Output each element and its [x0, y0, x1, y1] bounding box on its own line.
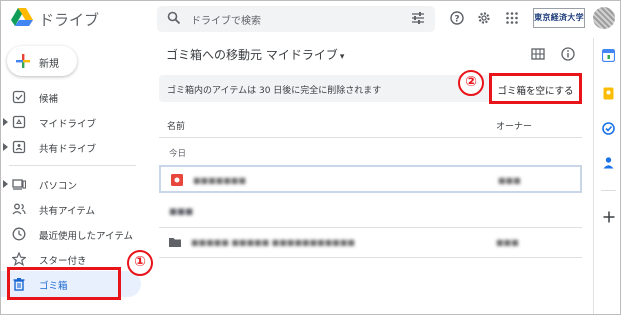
grid-view-icon[interactable] [531, 47, 545, 61]
sidebar-item-label: 最近使用したアイテム [39, 231, 134, 242]
step-badge-1: ① [127, 250, 153, 276]
drive-logo-icon[interactable] [11, 7, 33, 27]
image-file-icon [171, 174, 183, 186]
empty-trash-button[interactable]: ゴミ箱を空にする [489, 73, 582, 104]
step-badge-2: ② [458, 70, 484, 96]
location-dropdown[interactable]: マイドライブ ▾ [266, 48, 345, 62]
computer-icon [12, 179, 26, 190]
rail-divider [601, 190, 616, 191]
sidebar-item-shared-with-me[interactable]: 共有アイテム [1, 197, 136, 221]
add-addon-icon[interactable] [603, 211, 615, 223]
new-button-label: 新規 [39, 59, 59, 70]
drive-window: ドライブ ドライブで検索 ? 東京経済大学 新規 候補 マイドライブ 共有ドライ… [0, 0, 621, 315]
column-header-owner[interactable]: オーナー [496, 119, 532, 132]
file-owner: ■■■ [498, 176, 521, 185]
sidebar-item-my-drive[interactable]: マイドライブ [1, 110, 136, 134]
row-divider [159, 227, 582, 228]
sidebar-item-computers[interactable]: パソコン [1, 172, 136, 196]
new-button[interactable]: 新規 [7, 46, 77, 76]
people-icon [12, 203, 26, 215]
empty-trash-label: ゴミ箱を空にする [497, 86, 574, 97]
location-label[interactable]: マイドライブ [266, 48, 338, 62]
app-name[interactable]: ドライブ [39, 9, 99, 30]
sidebar-item-label: 共有ドライブ [39, 144, 97, 155]
sidebar-item-recent[interactable]: 最近使用したアイテム [1, 222, 136, 246]
calendar-icon[interactable] [602, 49, 615, 62]
settings-icon[interactable] [477, 11, 491, 25]
section-label-earlier: ■■■ [169, 207, 194, 217]
search-bar[interactable]: ドライブで検索 [157, 6, 435, 32]
column-header-name[interactable]: 名前 [167, 119, 185, 132]
file-name: ■■■■■ ■■■■■ ■■■■■■■■■■■ [191, 238, 355, 247]
apps-grid-icon[interactable] [505, 11, 519, 25]
svg-text:?: ? [454, 15, 459, 25]
plus-icon [16, 54, 30, 68]
org-logo[interactable]: 東京経済大学 [533, 8, 585, 28]
side-panel-rail [593, 38, 620, 314]
sidebar-item-label: パソコン [39, 181, 78, 192]
file-owner: ■■■ [496, 238, 519, 247]
sidebar-item-label: 候補 [39, 94, 59, 105]
clock-icon [12, 227, 26, 241]
row-divider [159, 257, 582, 258]
banner-message: ゴミ箱内のアイテムは 30 日後に完全に削除されます [167, 86, 382, 96]
sidebar-item-shared-drives[interactable]: 共有ドライブ [1, 135, 136, 159]
folder-icon [169, 238, 181, 247]
search-input[interactable]: ドライブで検索 [191, 12, 261, 27]
dropdown-caret-icon[interactable]: ▾ [340, 52, 345, 62]
file-name: ■■■■■■■ [193, 176, 246, 185]
page-title: ゴミ箱への移動元 マイドライブ ▾ [166, 46, 344, 63]
file-row[interactable]: ■■■■■ ■■■■■ ■■■■■■■■■■■ ■■■ [159, 229, 582, 257]
top-bar: ドライブ ドライブで検索 ? 東京経済大学 [1, 1, 620, 38]
search-icon[interactable] [167, 11, 181, 25]
caret-right-icon[interactable] [3, 143, 8, 151]
keep-icon[interactable] [602, 87, 615, 100]
header-divider [159, 137, 582, 138]
highlight-box-trash [7, 267, 121, 300]
sidebar-item-label: 共有アイテム [39, 206, 96, 217]
page-title-text: ゴミ箱への移動元 [166, 48, 263, 62]
sidebar-item-label: マイドライブ [39, 119, 97, 130]
section-label-today: 今日 [169, 149, 187, 159]
search-options-icon[interactable] [411, 11, 425, 25]
caret-right-icon[interactable] [3, 180, 8, 188]
file-row[interactable]: ■■■■■■■ ■■■ [159, 165, 582, 193]
tasks-icon[interactable] [602, 122, 615, 135]
sidebar-item-label: スター付き [39, 256, 87, 267]
sidebar-item-suggested[interactable]: 候補 [1, 85, 136, 109]
info-icon[interactable] [561, 47, 575, 61]
check-circle-icon [12, 90, 26, 104]
my-drive-icon [12, 115, 26, 129]
account-avatar[interactable] [593, 7, 615, 29]
caret-right-icon[interactable] [3, 118, 8, 126]
shared-drive-icon [12, 140, 26, 154]
sidebar-divider [9, 165, 136, 166]
contacts-icon[interactable] [602, 156, 615, 169]
help-icon[interactable]: ? [450, 11, 464, 25]
star-icon [12, 252, 26, 266]
